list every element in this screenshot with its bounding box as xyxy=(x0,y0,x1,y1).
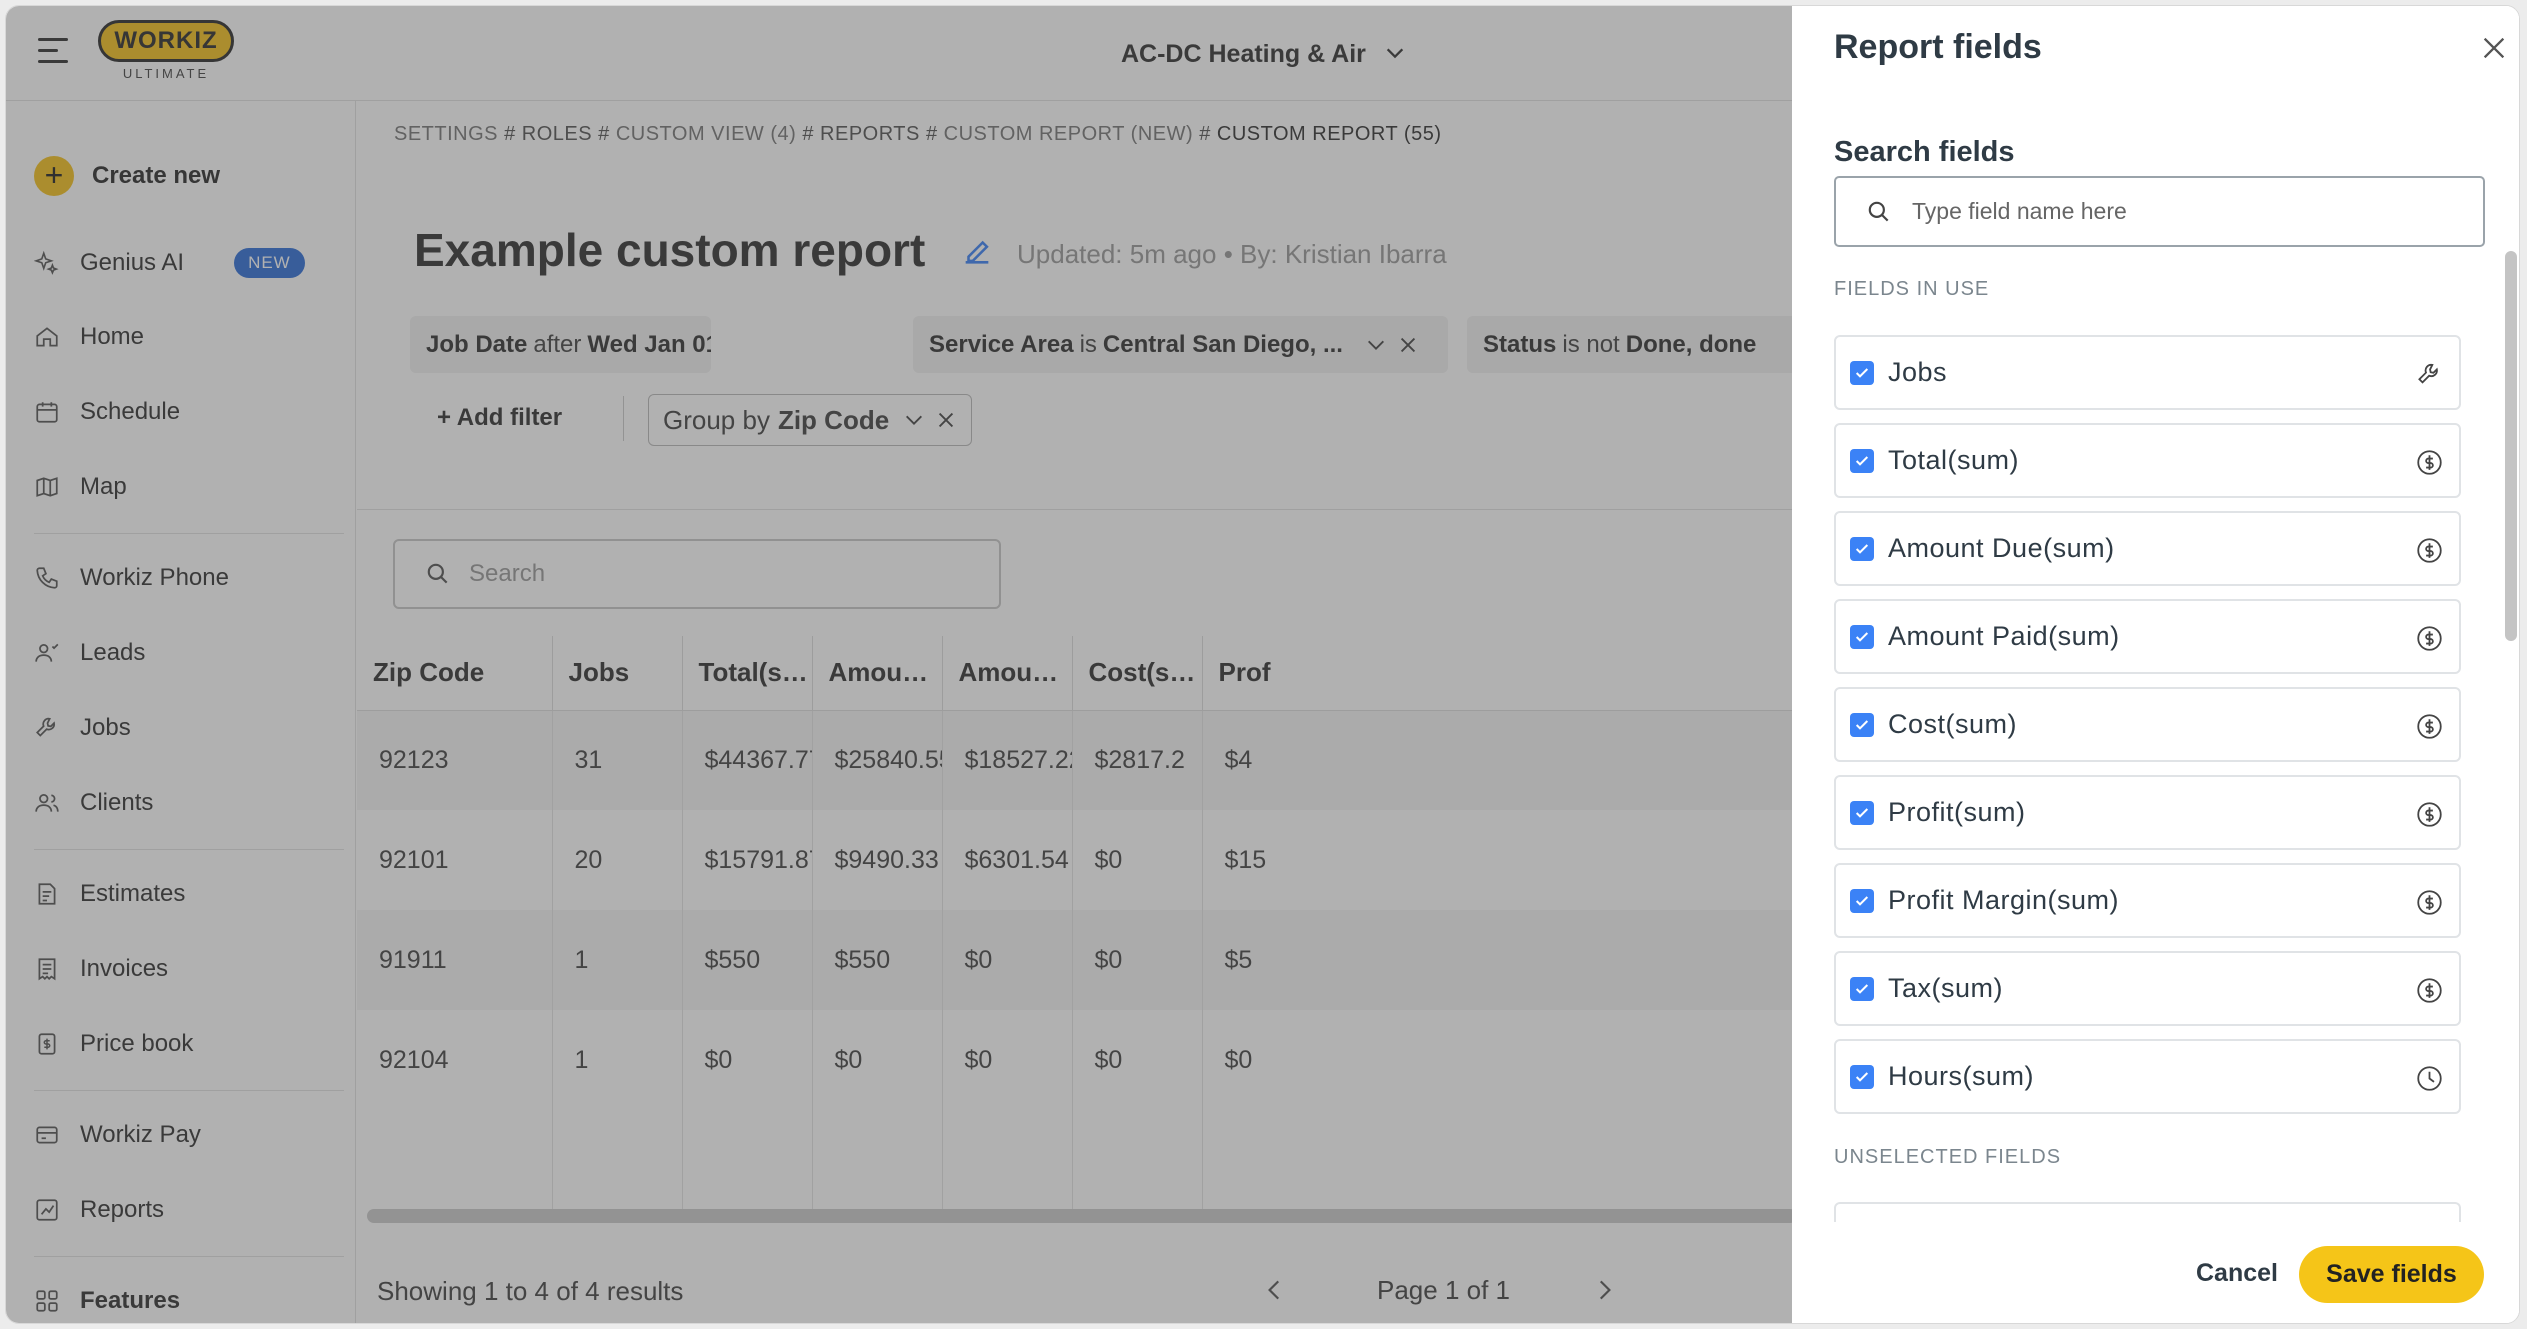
field-label: Amount Due(sum) xyxy=(1888,533,2115,563)
field-label: Total(sum) xyxy=(1888,445,2020,475)
dollar-icon xyxy=(2417,802,2442,827)
field-row-total[interactable]: Total(sum) xyxy=(1834,423,2461,498)
field-row-hours[interactable]: Hours(sum) xyxy=(1834,1039,2461,1114)
dollar-icon xyxy=(2417,978,2442,1003)
report-fields-panel: Report fields Search fields FIELDS IN US… xyxy=(1792,6,2519,1323)
panel-title: Report fields xyxy=(1834,28,2042,66)
checkbox-checked[interactable] xyxy=(1850,448,1874,473)
field-label: Profit Margin(sum) xyxy=(1888,885,2120,915)
field-search-input[interactable] xyxy=(1912,198,2432,225)
checkbox-checked[interactable] xyxy=(1850,712,1874,737)
checkbox-checked[interactable] xyxy=(1850,888,1874,913)
unselected-fields-heading: UNSELECTED FIELDS xyxy=(1834,1146,2062,1168)
cancel-button[interactable]: Cancel xyxy=(2177,1246,2297,1301)
field-row-unselected[interactable] xyxy=(1834,1202,2461,1222)
field-row-cost[interactable]: Cost(sum) xyxy=(1834,687,2461,762)
close-icon[interactable] xyxy=(2480,34,2508,62)
field-label: Cost(sum) xyxy=(1888,709,2018,739)
checkbox-checked[interactable] xyxy=(1850,536,1874,561)
app-window: WORKIZ ULTIMATE AC-DC Heating & Air + Cr… xyxy=(5,5,2520,1324)
field-row-amount-due[interactable]: Amount Due(sum) xyxy=(1834,511,2461,586)
field-label: Profit(sum) xyxy=(1888,797,2026,827)
clock-icon xyxy=(2417,1066,2442,1091)
checkbox-checked[interactable] xyxy=(1850,624,1874,649)
dollar-icon xyxy=(2417,890,2442,915)
field-row-profit-margin[interactable]: Profit Margin(sum) xyxy=(1834,863,2461,938)
search-fields-label: Search fields xyxy=(1834,136,2015,168)
checkbox-checked[interactable] xyxy=(1850,800,1874,825)
field-label: Tax(sum) xyxy=(1888,973,2004,1003)
dollar-icon xyxy=(2417,626,2442,651)
field-search[interactable] xyxy=(1834,176,2485,247)
checkbox-checked[interactable] xyxy=(1850,976,1874,1001)
dollar-icon xyxy=(2417,450,2442,475)
wrench-icon xyxy=(2418,363,2438,384)
modal-backdrop[interactable] xyxy=(6,6,1792,1323)
checkbox-checked[interactable] xyxy=(1850,1064,1874,1089)
field-row-jobs[interactable]: Jobs xyxy=(1834,335,2461,410)
field-label: Jobs xyxy=(1888,357,1948,387)
field-row-profit[interactable]: Profit(sum) xyxy=(1834,775,2461,850)
vertical-scrollbar[interactable] xyxy=(2505,251,2517,641)
field-row-tax[interactable]: Tax(sum) xyxy=(1834,951,2461,1026)
field-label: Hours(sum) xyxy=(1888,1061,2035,1091)
dollar-icon xyxy=(2417,538,2442,563)
field-row-amount-paid[interactable]: Amount Paid(sum) xyxy=(1834,599,2461,674)
dollar-icon xyxy=(2417,714,2442,739)
field-label: Amount Paid(sum) xyxy=(1888,621,2120,651)
checkbox-checked[interactable] xyxy=(1850,360,1874,385)
fields-in-use-heading: FIELDS IN USE xyxy=(1834,278,1990,300)
search-icon xyxy=(1868,201,1889,221)
save-fields-button[interactable]: Save fields xyxy=(2299,1246,2484,1303)
